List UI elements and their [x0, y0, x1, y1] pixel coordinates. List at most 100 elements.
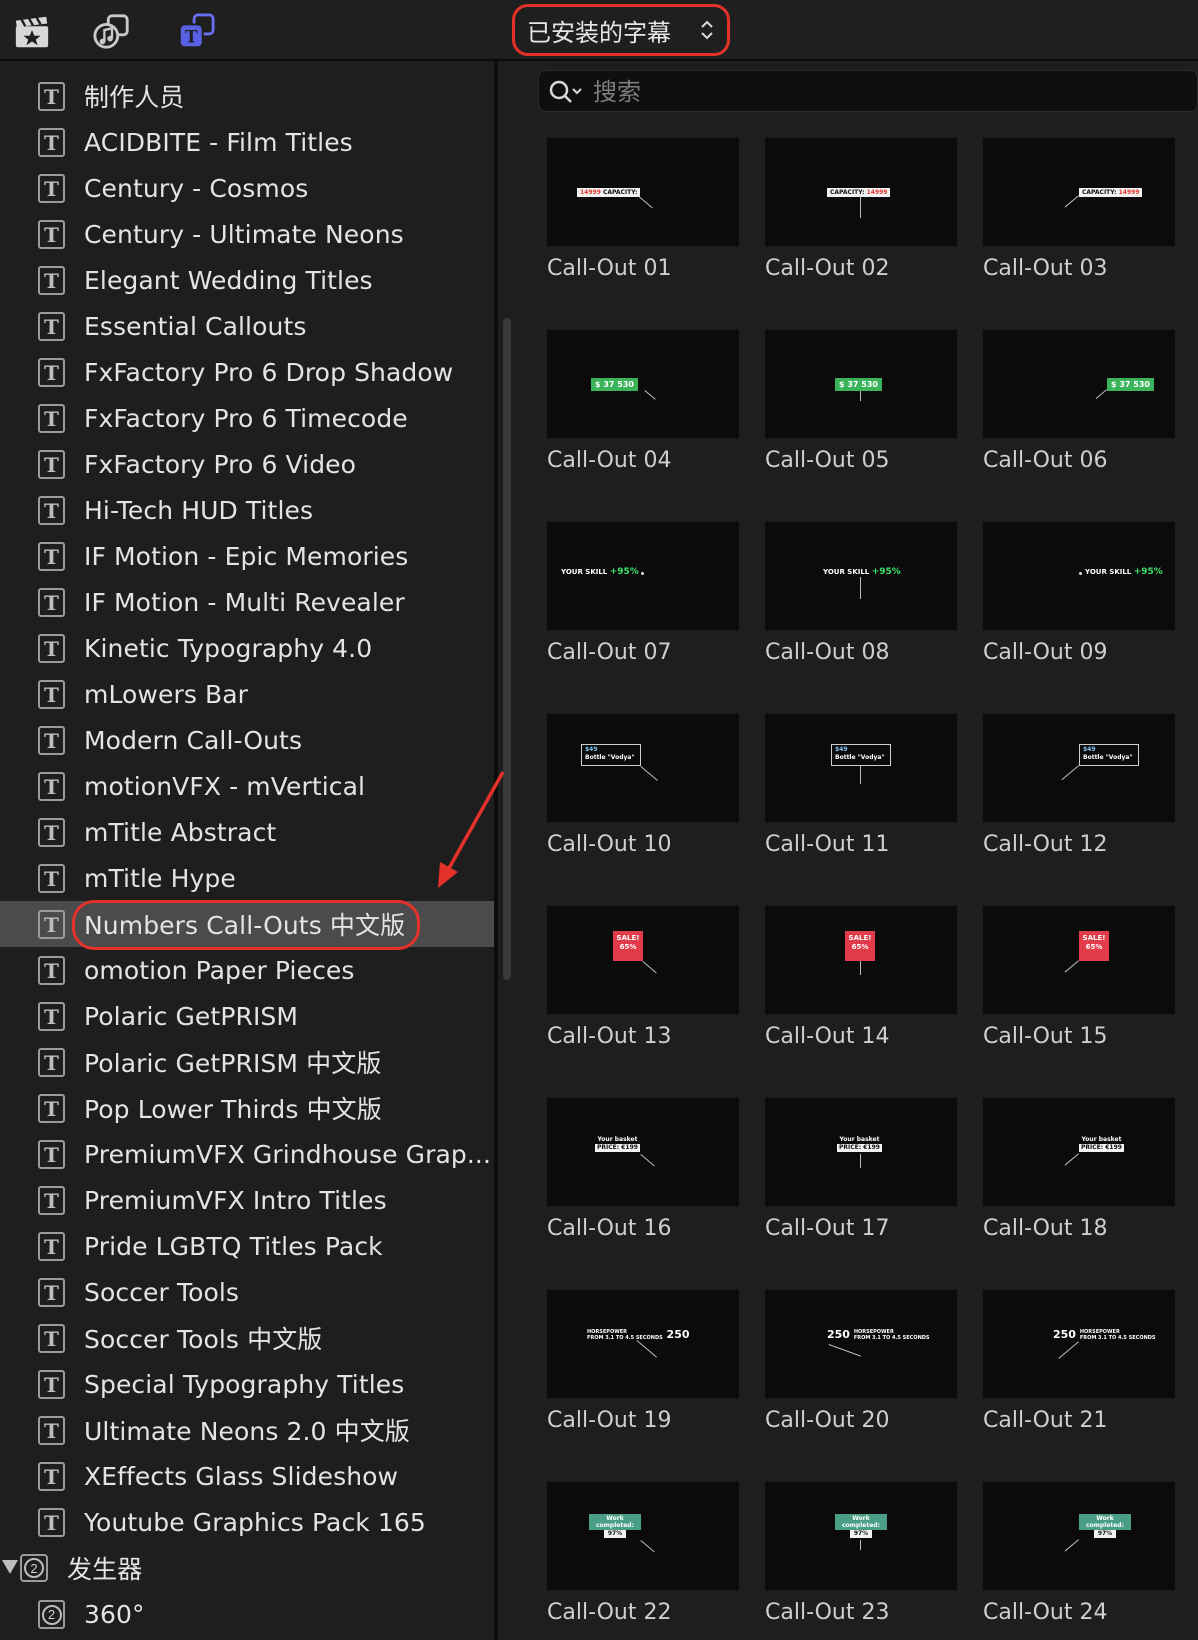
title-tile[interactable]: $49 Bottle "Vodya" Call-Out 10	[547, 714, 739, 857]
search-input[interactable]	[593, 77, 1173, 107]
sidebar-group-generators[interactable]: 2 发生器	[0, 1545, 494, 1591]
titles-generators-icon[interactable]: T	[176, 12, 216, 52]
sidebar-item[interactable]: T 制作人员	[0, 73, 494, 119]
sidebar-item[interactable]: T ACIDBITE - Film Titles	[0, 119, 494, 165]
clapper-star-icon[interactable]	[12, 12, 52, 52]
sidebar-list: T 制作人员 T ACIDBITE - Film Titles T Century - C…	[0, 73, 494, 1637]
music-photo-icon[interactable]	[92, 12, 132, 52]
disclosure-triangle-icon[interactable]	[2, 1560, 18, 1574]
title-tile[interactable]: 250 HORSEPOWER FROM 3.1 TO 4.5 SECONDS Cal…	[983, 1290, 1175, 1433]
title-tile-name: Call-Out 01	[547, 256, 672, 281]
sidebar-item[interactable]: T XEffects Glass Slideshow	[0, 1453, 494, 1499]
leader-line	[860, 577, 861, 599]
title-tile-name: Call-Out 11	[765, 832, 890, 857]
title-thumbnail: $ 37 530	[547, 330, 739, 438]
sidebar-item[interactable]: T Polaric GetPRISM	[0, 993, 494, 1039]
title-tile[interactable]: HORSEPOWER FROM 3.1 TO 4.5 SECONDS 250 Cal…	[547, 1290, 739, 1433]
sidebar-item[interactable]: TmTitle Abstract	[0, 809, 494, 855]
sidebar-item[interactable]: T Century - Cosmos	[0, 165, 494, 211]
sidebar-item[interactable]: T Soccer Tools 中文版	[0, 1315, 494, 1361]
sidebar-item[interactable]: T Special Typography Titles	[0, 1361, 494, 1407]
title-tile[interactable]: YOUR SKILL +95% Call-Out 08	[765, 522, 957, 665]
thumb-callout-text: HORSEPOWER FROM 3.1 TO 4.5 SECONDS 250	[587, 1328, 690, 1341]
thumb-label: Work completed:	[1079, 1514, 1131, 1530]
leader-line	[860, 766, 861, 784]
sidebar-item[interactable]: T Numbers Call-Outs 中文版	[0, 900, 494, 950]
thumb-value: $ 37 530	[595, 380, 634, 389]
library-selector[interactable]: 已安装的字幕	[512, 4, 730, 56]
thumb-callout-box: $49 Bottle "Vodya"	[581, 744, 641, 766]
sidebar-item[interactable]: TmLowers Bar	[0, 671, 494, 717]
sidebar-item[interactable]: T FxFactory Pro 6 Timecode	[0, 395, 494, 441]
title-icon: T	[38, 910, 65, 939]
sidebar-item[interactable]: T PremiumVFX Grindhouse Grap...	[0, 1131, 494, 1177]
title-tile[interactable]: 250 HORSEPOWER FROM 3.1 TO 4.5 SECONDS Cal…	[765, 1290, 957, 1433]
sidebar-item[interactable]: TmTitle Hype	[0, 855, 494, 901]
sidebar-item[interactable]: Tomotion Paper Pieces	[0, 947, 494, 993]
title-tile-name: Call-Out 16	[547, 1216, 672, 1241]
thumb-callout-text: YOUR SKILL +95%	[561, 567, 639, 577]
sidebar-item[interactable]: 2 360°	[0, 1591, 494, 1637]
title-thumbnail: Your basket PRICE: €199	[547, 1098, 739, 1206]
title-tile-name: Call-Out 22	[547, 1600, 672, 1625]
sidebar-item[interactable]: T Soccer Tools	[0, 1269, 494, 1315]
title-tile-name: Call-Out 12	[983, 832, 1108, 857]
thumb-value: 14999	[580, 189, 601, 196]
sidebar-item[interactable]: T Ultimate Neons 2.0 中文版	[0, 1407, 494, 1453]
search-icon[interactable]	[549, 79, 585, 105]
title-tile[interactable]: SALE! 65% Call-Out 14	[765, 906, 957, 1049]
title-tile[interactable]: $ 37 530 Call-Out 06	[983, 330, 1175, 473]
sidebar-item[interactable]: T Modern Call-Outs	[0, 717, 494, 763]
title-thumbnail: Work completed: 97%	[983, 1482, 1175, 1590]
sidebar-item[interactable]: T Youtube Graphics Pack 165	[0, 1499, 494, 1545]
sidebar-item[interactable]: T Pop Lower Thirds 中文版	[0, 1085, 494, 1131]
sidebar-item-label: Modern Call-Outs	[84, 725, 303, 755]
sidebar-item[interactable]: T Century - Ultimate Neons	[0, 211, 494, 257]
title-tile[interactable]: CAPACITY: 14999 Call-Out 02	[765, 138, 957, 281]
title-tile[interactable]: $49 Bottle "Vodya" Call-Out 12	[983, 714, 1175, 857]
title-tile[interactable]: CAPACITY: 14999 Call-Out 03	[983, 138, 1175, 281]
sidebar-item[interactable]: T Essential Callouts	[0, 303, 494, 349]
sidebar-item[interactable]: T Pride LGBTQ Titles Pack	[0, 1223, 494, 1269]
sidebar-item-label: Ultimate Neons 2.0 中文版	[84, 1417, 410, 1446]
title-tile[interactable]: Your basket PRICE: €199 Call-Out 17	[765, 1098, 957, 1241]
title-thumbnail: SALE! 65%	[547, 906, 739, 1014]
thumb-value: 65%	[619, 943, 637, 951]
title-tile-name: Call-Out 05	[765, 448, 890, 473]
title-tile[interactable]: Work completed: 97% Call-Out 23	[765, 1482, 957, 1625]
title-tile[interactable]: Work completed: 97% Call-Out 22	[547, 1482, 739, 1625]
sidebar-item-label: Hi-Tech HUD Titles	[84, 495, 314, 525]
leader-line	[640, 1154, 655, 1167]
leader-line	[644, 390, 656, 400]
thumb-value: $ 37 530	[1111, 380, 1150, 389]
sidebar-item-label: PremiumVFX Grindhouse Grap...	[84, 1139, 492, 1169]
sidebar-item-label: IF Motion - Multi Revealer	[84, 587, 405, 617]
title-tile[interactable]: $ 37 530 Call-Out 05	[765, 330, 957, 473]
title-thumbnail: $49 Bottle "Vodya"	[765, 714, 957, 822]
sidebar-item[interactable]: T Kinetic Typography 4.0	[0, 625, 494, 671]
title-tile[interactable]: 14999 CAPACITY: Call-Out 01	[547, 138, 739, 281]
title-tile[interactable]: Work completed: 97% Call-Out 24	[983, 1482, 1175, 1625]
sidebar-item[interactable]: T IF Motion - Multi Revealer	[0, 579, 494, 625]
title-tile[interactable]: YOUR SKILL +95% Call-Out 09	[983, 522, 1175, 665]
title-tile[interactable]: Your basket PRICE: €199 Call-Out 16	[547, 1098, 739, 1241]
sidebar-item[interactable]: T IF Motion - Epic Memories	[0, 533, 494, 579]
leader-line	[860, 196, 861, 218]
title-tile[interactable]: SALE! 65% Call-Out 15	[983, 906, 1175, 1049]
search-field[interactable]	[538, 70, 1198, 112]
title-tile-name: Call-Out 08	[765, 640, 890, 665]
sidebar-item[interactable]: T FxFactory Pro 6 Video	[0, 441, 494, 487]
sidebar-item[interactable]: T Elegant Wedding Titles	[0, 257, 494, 303]
title-thumbnail: $ 37 530	[983, 330, 1175, 438]
sidebar-item[interactable]: T Polaric GetPRISM 中文版	[0, 1039, 494, 1085]
thumb-callout-text: $ 37 530	[591, 378, 638, 391]
title-tile[interactable]: SALE! 65% Call-Out 13	[547, 906, 739, 1049]
title-tile[interactable]: Your basket PRICE: €199 Call-Out 18	[983, 1098, 1175, 1241]
sidebar-item[interactable]: T Hi-Tech HUD Titles	[0, 487, 494, 533]
title-tile[interactable]: $49 Bottle "Vodya" Call-Out 11	[765, 714, 957, 857]
title-tile[interactable]: YOUR SKILL +95% Call-Out 07	[547, 522, 739, 665]
sidebar-item[interactable]: TmotionVFX - mVertical	[0, 763, 494, 809]
sidebar-item[interactable]: T PremiumVFX Intro Titles	[0, 1177, 494, 1223]
title-tile[interactable]: $ 37 530 Call-Out 04	[547, 330, 739, 473]
sidebar-item[interactable]: T FxFactory Pro 6 Drop Shadow	[0, 349, 494, 395]
